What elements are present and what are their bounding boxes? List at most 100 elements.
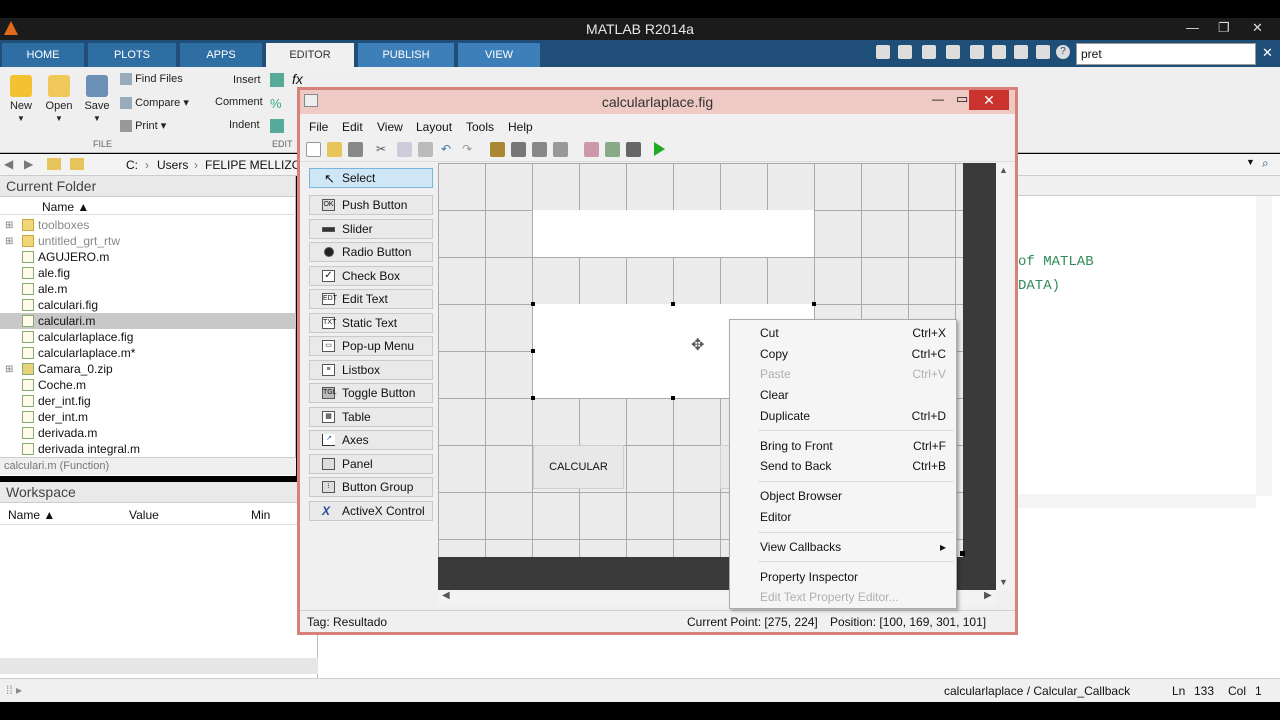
print-button[interactable]: Print ▾ <box>120 119 166 133</box>
list-item[interactable]: ⊞ toolboxes <box>0 217 296 233</box>
new-button[interactable]: New ▼ <box>6 75 36 124</box>
align-objects-icon[interactable] <box>490 142 505 157</box>
palette-popup-menu[interactable]: ▭ Pop-up Menu <box>309 336 433 356</box>
redo-icon[interactable] <box>1014 45 1028 59</box>
menu-file[interactable]: File <box>309 120 328 134</box>
run-figure-icon[interactable] <box>654 142 665 156</box>
save-button[interactable]: Save ▼ <box>82 75 112 124</box>
menu-item-copy[interactable]: Copy Ctrl+C <box>730 344 956 364</box>
property-inspector-icon[interactable] <box>605 142 620 157</box>
search-documentation-input[interactable]: pret <box>1076 43 1256 65</box>
menu-item-duplicate[interactable]: Duplicate Ctrl+D <box>730 406 956 426</box>
guide-maximize-icon[interactable]: ▭ <box>956 91 968 107</box>
back-icon[interactable]: ◀ <box>4 157 13 171</box>
up-folder-icon[interactable] <box>47 158 61 170</box>
list-item[interactable]: ⊞ untitled_grt_rtw <box>0 233 296 249</box>
palette-table[interactable]: ▦ Table <box>309 407 433 427</box>
guide-minimize-icon[interactable]: — <box>932 92 944 106</box>
workspace-scrollbar[interactable] <box>0 658 318 674</box>
cut-icon[interactable]: ✂ <box>376 142 391 157</box>
tab-plots[interactable]: PLOTS <box>88 43 176 67</box>
paste-icon[interactable] <box>970 45 984 59</box>
palette-listbox[interactable]: ≡ Listbox <box>309 360 433 380</box>
save-icon[interactable] <box>348 142 363 157</box>
fx-icon[interactable]: fx <box>292 71 303 87</box>
insert-button[interactable]: Insert <box>233 74 261 86</box>
menu-editor-icon[interactable] <box>511 142 526 157</box>
selection-handle[interactable] <box>812 302 816 306</box>
palette-push-button[interactable]: OK Push Button <box>309 195 433 215</box>
tab-order-editor-icon[interactable] <box>532 142 547 157</box>
list-item[interactable]: calcularlaplace.m* <box>0 345 296 361</box>
guide-close-button[interactable]: ✕ <box>969 90 1009 110</box>
selection-handle[interactable] <box>671 302 675 306</box>
path-part-users[interactable]: Users <box>157 158 188 172</box>
browse-folder-icon[interactable] <box>70 158 84 170</box>
workspace-min-column[interactable]: Min <box>251 508 270 522</box>
find-files-button[interactable]: Find Files <box>120 73 183 86</box>
open-folder-icon[interactable] <box>327 142 342 157</box>
figure-resize-handle[interactable] <box>960 551 965 556</box>
palette-select[interactable]: ↖ Select <box>309 168 433 188</box>
workspace-value-column[interactable]: Value <box>129 508 159 522</box>
palette-panel[interactable]: Panel <box>309 454 433 474</box>
percent-comment-icon[interactable]: % <box>270 96 282 111</box>
tab-publish[interactable]: PUBLISH <box>358 43 454 67</box>
expand-icon[interactable]: ⊞ <box>5 218 13 234</box>
palette-axes[interactable]: ↗ Axes <box>309 430 433 450</box>
minimize-icon[interactable]: — <box>1186 20 1199 35</box>
list-item[interactable]: derivada integral.m <box>0 441 296 457</box>
calcular-push-button[interactable]: CALCULAR <box>533 445 624 489</box>
workspace-name-column[interactable]: Name ▲ <box>8 508 55 522</box>
redo-icon[interactable]: ↷ <box>462 142 477 157</box>
compare-button[interactable]: Compare ▾ <box>120 96 189 110</box>
open-button[interactable]: Open ▼ <box>44 75 74 124</box>
copy-icon[interactable] <box>397 142 412 157</box>
close-icon[interactable]: ✕ <box>1252 20 1263 36</box>
copy-icon[interactable] <box>946 45 960 59</box>
palette-button-group[interactable]: ⁝ Button Group <box>309 477 433 497</box>
toolbar-editor-icon[interactable] <box>553 142 568 157</box>
save-icon[interactable] <box>898 45 912 59</box>
restore-icon[interactable]: ❐ <box>1218 20 1230 36</box>
menu-item-property-inspector[interactable]: Property Inspector <box>730 567 956 587</box>
editor-scrollbar[interactable] <box>1256 196 1272 496</box>
palette-toggle-button[interactable]: TGL Toggle Button <box>309 383 433 403</box>
tab-view[interactable]: VIEW <box>458 43 540 67</box>
list-item[interactable]: ale.m <box>0 281 296 297</box>
undo-icon[interactable] <box>992 45 1006 59</box>
selection-handle[interactable] <box>531 396 535 400</box>
list-item[interactable]: calculari.fig <box>0 297 296 313</box>
tab-editor[interactable]: EDITOR <box>266 43 354 67</box>
tab-apps[interactable]: APPS <box>180 43 262 67</box>
scroll-right-icon[interactable]: ▶ <box>984 590 992 601</box>
list-item[interactable]: ale.fig <box>0 265 296 281</box>
list-item-selected[interactable]: calculari.m <box>0 313 296 329</box>
list-item[interactable]: Coche.m <box>0 377 296 393</box>
expand-icon[interactable]: ⊞ <box>5 362 13 378</box>
undo-icon[interactable]: ↶ <box>441 142 456 157</box>
list-item[interactable]: AGUJERO.m <box>0 249 296 265</box>
layout-icon[interactable] <box>876 45 890 59</box>
menu-item-bring-to-front[interactable]: Bring to Front Ctrl+F <box>730 436 956 456</box>
scroll-up-icon[interactable]: ▲ <box>999 165 1008 175</box>
switch-windows-icon[interactable] <box>1036 45 1050 59</box>
smart-indent-icon[interactable] <box>270 119 284 133</box>
indent-button[interactable]: Indent <box>229 119 260 131</box>
object-browser-icon[interactable] <box>626 142 641 157</box>
list-item[interactable]: derivada.m <box>0 425 296 441</box>
editor-icon[interactable] <box>584 142 599 157</box>
scroll-down-icon[interactable]: ▼ <box>999 577 1008 587</box>
menu-tools[interactable]: Tools <box>466 120 494 134</box>
list-item[interactable]: der_int.fig <box>0 393 296 409</box>
palette-slider[interactable]: Slider <box>309 219 433 239</box>
menu-help[interactable]: Help <box>508 120 533 134</box>
address-dropdown-icon[interactable]: ▼ <box>1246 157 1255 167</box>
comment-button[interactable]: Comment <box>215 96 263 108</box>
path-part-user[interactable]: FELIPE MELLIZO <box>205 158 301 172</box>
menu-edit[interactable]: Edit <box>342 120 363 134</box>
selection-handle[interactable] <box>671 396 675 400</box>
canvas-vertical-scrollbar[interactable]: ▲ ▼ <box>996 163 1011 591</box>
list-item[interactable]: ⊞ Camara_0.zip <box>0 361 296 377</box>
clear-search-icon[interactable]: ✕ <box>1262 45 1273 61</box>
